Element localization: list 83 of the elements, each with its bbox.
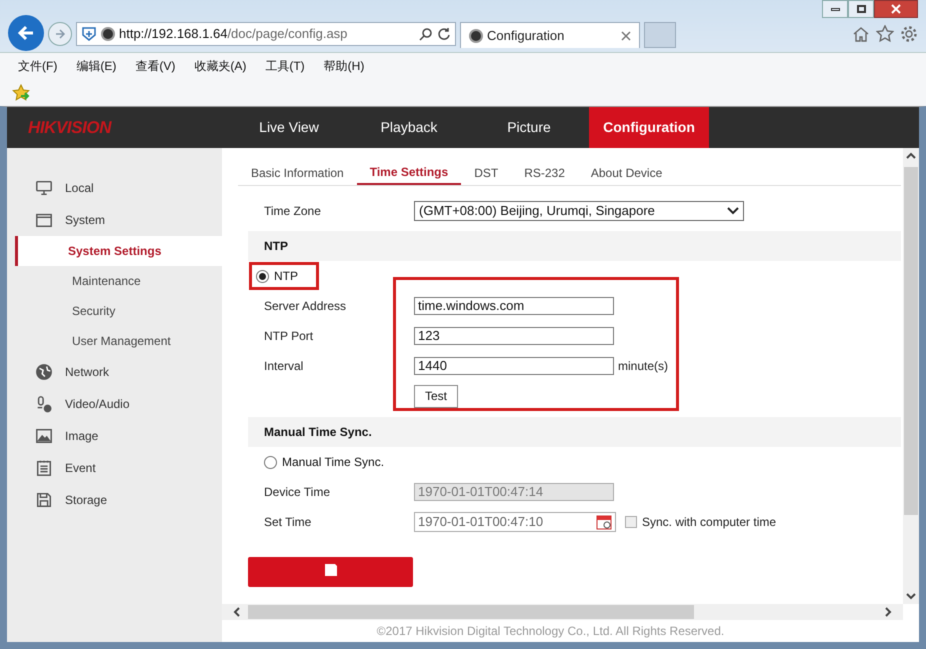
chevron-right-icon[interactable]: [883, 606, 893, 618]
radio-button[interactable]: [256, 270, 269, 282]
nav-tab[interactable]: Live View: [229, 107, 349, 148]
save-button[interactable]: [248, 557, 413, 587]
arrow-right-icon: [54, 28, 66, 40]
nav-tab[interactable]: Playback: [349, 107, 469, 148]
menu-item[interactable]: 文件(F): [18, 57, 58, 75]
tab[interactable]: DST: [461, 160, 512, 185]
section-header: Manual Time Sync.: [248, 417, 901, 447]
sidebar-item[interactable]: Image: [65, 427, 98, 445]
sidebar-item[interactable]: Network: [65, 363, 110, 381]
tab[interactable]: Basic Information: [238, 160, 357, 185]
tab[interactable]: RS-232: [511, 160, 578, 185]
url-text: http://192.168.1.64/doc/page/config.asp: [119, 25, 348, 44]
close-icon[interactable]: [621, 30, 631, 40]
menu-item[interactable]: 编辑(E): [76, 57, 116, 75]
tab[interactable]: Time Settings: [356, 160, 462, 185]
address-bar[interactable]: http://192.168.1.64/doc/page/config.asp: [76, 22, 456, 46]
horizontal-scrollbar[interactable]: [222, 604, 903, 620]
menu-item[interactable]: 工具(T): [265, 57, 305, 75]
home-icon[interactable]: [852, 25, 870, 43]
sidebar-subitem[interactable]: User Management: [15, 326, 222, 356]
logo: HIKVISION: [27, 116, 113, 139]
monitor-icon: [35, 179, 53, 197]
sidebar-item[interactable]: Local: [65, 179, 94, 197]
search-icon[interactable]: [419, 27, 433, 41]
calendar-icon[interactable]: [596, 514, 612, 530]
set-time-field[interactable]: 1970-01-01T00:47:10: [414, 512, 616, 532]
nav-tab[interactable]: Picture: [469, 107, 589, 148]
camera-lens-icon: [469, 28, 483, 42]
radio-label: Manual Time Sync.: [282, 454, 384, 471]
text-input[interactable]: time.windows.com: [414, 297, 614, 315]
nav-tab[interactable]: Configuration: [589, 107, 709, 148]
sidebar-item[interactable]: Event: [65, 459, 96, 477]
tab[interactable]: About Device: [578, 160, 676, 185]
sidebar-item[interactable]: System: [65, 211, 106, 229]
settings-icon[interactable]: [900, 25, 918, 43]
time-zone-dropdown[interactable]: (GMT+08:00) Beijing, Urumqi, Singapore: [414, 201, 744, 221]
close-button[interactable]: [874, 0, 918, 18]
radio-label: NTP: [274, 268, 298, 285]
checkbox[interactable]: [625, 516, 637, 528]
menu-item[interactable]: 帮助(H): [324, 57, 364, 75]
maximize-button[interactable]: [848, 0, 874, 18]
menu-item[interactable]: 查看(V): [135, 57, 176, 75]
camera-lens-icon: [101, 27, 115, 41]
field-label: Device Time: [264, 484, 332, 501]
arrow-left-icon: [16, 23, 36, 43]
sidebar-subitem[interactable]: Security: [15, 296, 222, 326]
text-input[interactable]: 123: [414, 327, 614, 345]
image-icon: [35, 427, 53, 445]
sidebar-subitem[interactable]: Maintenance: [15, 266, 222, 296]
text-input[interactable]: 1440: [414, 357, 614, 375]
field-label: Interval: [264, 358, 304, 375]
list-icon: [35, 459, 53, 477]
field-label: Time Zone: [264, 203, 322, 220]
shield-plus-icon: [81, 26, 97, 42]
vertical-scrollbar[interactable]: [903, 148, 919, 604]
unit-label: minute(s): [618, 358, 668, 375]
tab-title: Configuration: [487, 26, 564, 45]
highlight-frame: [249, 262, 319, 290]
copyright-text: ©2017 Hikvision Digital Technology Co., Ltd. All Rights Reserved.: [376, 623, 724, 640]
chevron-left-icon[interactable]: [232, 606, 242, 618]
menu-item[interactable]: 收藏夹(A): [194, 57, 246, 75]
favorites-star-icon[interactable]: [12, 84, 30, 102]
chevron-down-icon: [727, 207, 739, 215]
section-header: NTP: [248, 231, 901, 261]
sidebar-item[interactable]: Storage: [65, 491, 108, 509]
window-icon: [35, 211, 53, 229]
checkbox-label: Sync. with computer time: [642, 514, 776, 531]
radio-button[interactable]: [264, 456, 277, 468]
microphone-icon: [35, 395, 53, 413]
star-icon[interactable]: [876, 25, 894, 43]
minimize-button[interactable]: [822, 0, 848, 18]
back-button[interactable]: [8, 15, 44, 51]
refresh-icon[interactable]: [437, 27, 451, 41]
field-label: NTP Port: [264, 328, 314, 345]
field-label: Server Address: [264, 298, 348, 315]
field-label: Set Time: [264, 514, 312, 531]
sidebar-item[interactable]: Video/Audio: [65, 395, 130, 413]
test-button[interactable]: Test: [414, 384, 458, 408]
close-icon: [891, 4, 901, 14]
browser-tab[interactable]: Configuration: [460, 22, 640, 48]
sidebar-subitem[interactable]: System Settings: [15, 236, 222, 266]
